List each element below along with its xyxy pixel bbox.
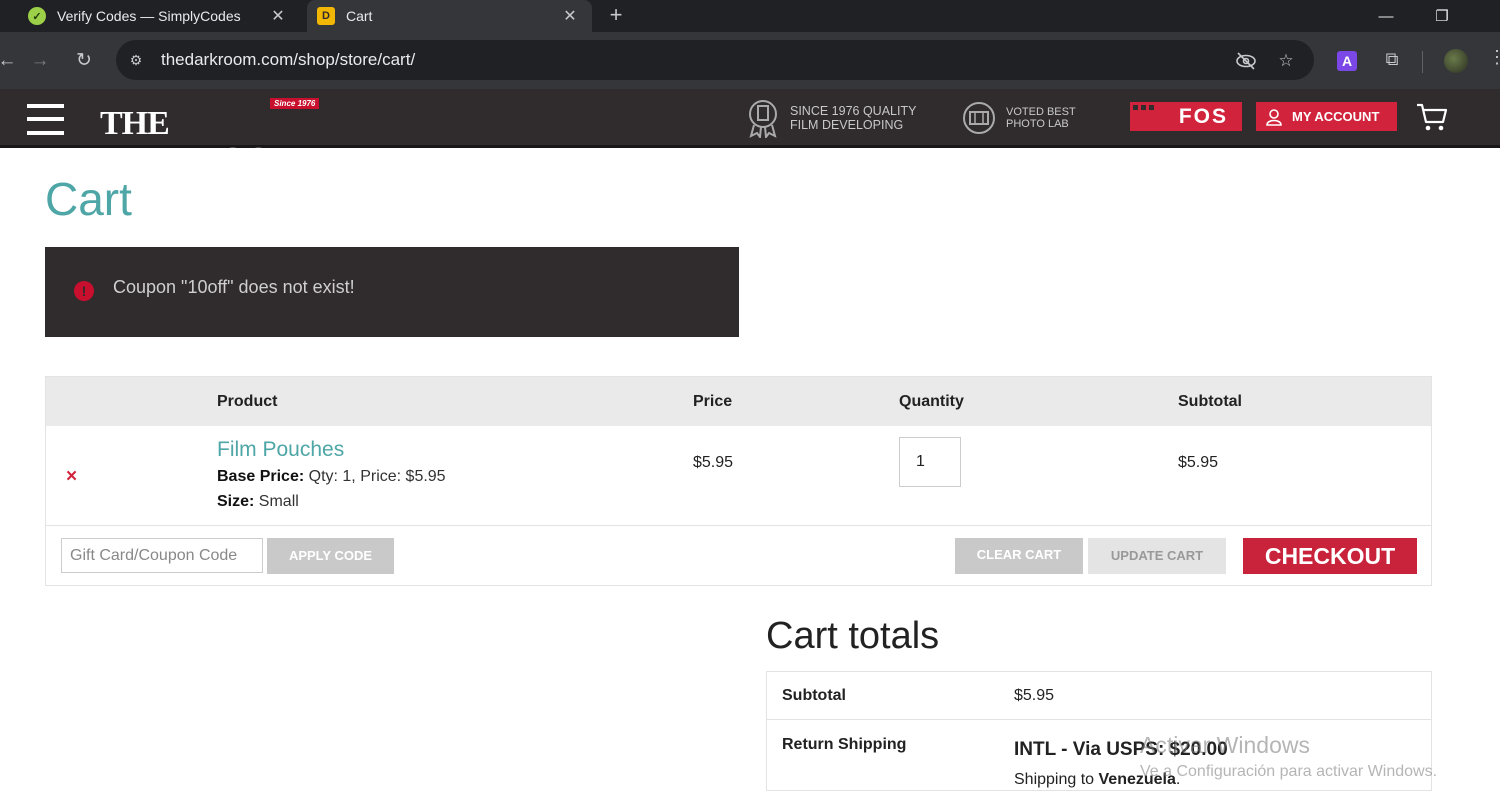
award-ribbon-icon (744, 99, 782, 138)
cart-item-row: × Film Pouches Base Price: Qty: 1, Price… (46, 426, 1431, 526)
browser-toolbar: ← → ↻ ⚙ thedarkroom.com/shop/store/cart/… (0, 32, 1500, 89)
error-notice-text: Coupon "10off" does not exist! (113, 277, 355, 297)
clear-cart-button[interactable]: CLEAR CART (955, 538, 1083, 574)
eye-slash-icon[interactable] (1235, 50, 1257, 72)
header-subtotal: Subtotal (1178, 393, 1242, 410)
cart-totals-title: Cart totals (766, 615, 940, 657)
extension-a-icon[interactable]: A (1337, 51, 1357, 71)
shipping-label: Return Shipping (782, 736, 907, 753)
cart-actions: Gift Card/Coupon Code APPLY CODE CLEAR C… (46, 527, 1431, 585)
back-arrow-icon[interactable]: ← (0, 48, 20, 74)
user-icon (1264, 108, 1284, 126)
fos-button[interactable]: FOS (1130, 102, 1242, 131)
product-name-link[interactable]: Film Pouches (217, 438, 344, 462)
quantity-input[interactable]: 1 (899, 437, 961, 487)
browser-menu-icon[interactable]: ⋮ (1488, 47, 1500, 68)
page-title: Cart (45, 173, 132, 225)
forward-arrow-icon[interactable]: → (27, 48, 53, 74)
new-tab-button[interactable]: + (604, 3, 628, 27)
toolbar-divider (1422, 51, 1423, 73)
windows-activation-subtitle: Ve a Configuración para activar Windows. (1140, 763, 1438, 780)
site-settings-icon[interactable]: ⚙ (126, 50, 146, 70)
quality-badge: SINCE 1976 QUALITY FILM DEVELOPING (744, 96, 916, 140)
profile-avatar[interactable] (1444, 49, 1468, 73)
size-label: Size: (217, 493, 255, 510)
simplycodes-check-icon: ✓ (28, 7, 46, 25)
apply-code-button[interactable]: APPLY CODE (267, 538, 394, 574)
browser-tab-simplycodes[interactable]: ✓ Verify Codes — SimplyCodes ✕ (0, 0, 300, 32)
header-price: Price (693, 393, 733, 410)
windows-activation-title: Activar Windows (1140, 732, 1310, 758)
item-subtotal: $5.95 (1178, 454, 1219, 471)
badge-line: VOTED BEST (1006, 106, 1076, 118)
extensions-puzzle-icon[interactable]: ⧉ (1380, 49, 1404, 73)
bookmark-star-icon[interactable]: ☆ (1275, 50, 1297, 72)
minimize-window-button[interactable]: — (1358, 0, 1414, 32)
error-alert-icon: ! (74, 281, 94, 301)
photo-lab-icon (960, 99, 998, 137)
tab-title: Cart (346, 8, 373, 24)
browser-tab-strip: ✓ Verify Codes — SimplyCodes ✕ D Cart ✕ … (0, 0, 1500, 32)
totals-subtotal-label: Subtotal (782, 687, 846, 704)
size-value: Small (258, 493, 299, 510)
base-price-value: Qty: 1, Price: $5.95 (308, 468, 446, 485)
voted-best-badge: VOTED BEST PHOTO LAB (960, 96, 1076, 140)
base-price-label: Base Price: (217, 468, 305, 485)
totals-subtotal-row: Subtotal $5.95 (767, 672, 1431, 720)
browser-tab-cart[interactable]: D Cart ✕ (307, 0, 592, 32)
badge-line: SINCE 1976 QUALITY (790, 104, 917, 118)
fos-label: FOS (1178, 105, 1228, 128)
my-account-button[interactable]: MY ACCOUNT (1256, 102, 1397, 131)
checkout-button[interactable]: CHECKOUT (1243, 538, 1417, 574)
darkroom-logo[interactable]: Since 1976 THE DARKROOM (100, 98, 320, 178)
restore-window-button[interactable]: ❐ (1414, 0, 1470, 32)
cart-table: Product Price Quantity Subtotal × Film P… (45, 376, 1432, 586)
tab-title: Verify Codes — SimplyCodes (57, 8, 241, 24)
shipping-to-prefix: Shipping to (1014, 771, 1095, 788)
site-header: Since 1976 THE DARKROOM SINCE 1976 QUALI… (0, 89, 1500, 178)
darkroom-favicon: D (317, 7, 335, 25)
header-product: Product (217, 393, 278, 410)
cart-table-header: Product Price Quantity Subtotal (46, 377, 1431, 426)
totals-subtotal-value: $5.95 (1014, 687, 1055, 704)
film-strip-icon (1130, 102, 1160, 131)
my-account-label: MY ACCOUNT (1292, 109, 1380, 124)
shopping-cart-icon[interactable] (1416, 102, 1448, 132)
coupon-code-input[interactable]: Gift Card/Coupon Code (61, 538, 263, 573)
close-tab-icon[interactable]: ✕ (268, 6, 288, 26)
url-text[interactable]: thedarkroom.com/shop/store/cart/ (161, 50, 415, 70)
update-cart-button[interactable]: UPDATE CART (1088, 538, 1226, 574)
product-size: Size: Small (217, 493, 299, 511)
totals-shipping-row: Return Shipping INTL - Via USPS: $20.00 … (767, 720, 1431, 792)
close-tab-icon[interactable]: ✕ (560, 6, 580, 26)
hamburger-menu-icon[interactable] (27, 104, 64, 135)
item-price: $5.95 (693, 454, 734, 471)
badge-line: FILM DEVELOPING (790, 118, 904, 132)
product-base-price: Base Price: Qty: 1, Price: $5.95 (217, 468, 446, 486)
remove-item-icon[interactable]: × (66, 466, 77, 488)
address-bar[interactable]: ⚙ thedarkroom.com/shop/store/cart/ ☆ (116, 40, 1314, 80)
logo-wordmark: THE DARKROOM (100, 105, 303, 178)
reload-icon[interactable]: ↻ (71, 48, 97, 74)
badge-line: PHOTO LAB (1006, 118, 1069, 130)
error-notice: ! Coupon "10off" does not exist! (45, 247, 739, 337)
header-quantity: Quantity (899, 393, 964, 410)
